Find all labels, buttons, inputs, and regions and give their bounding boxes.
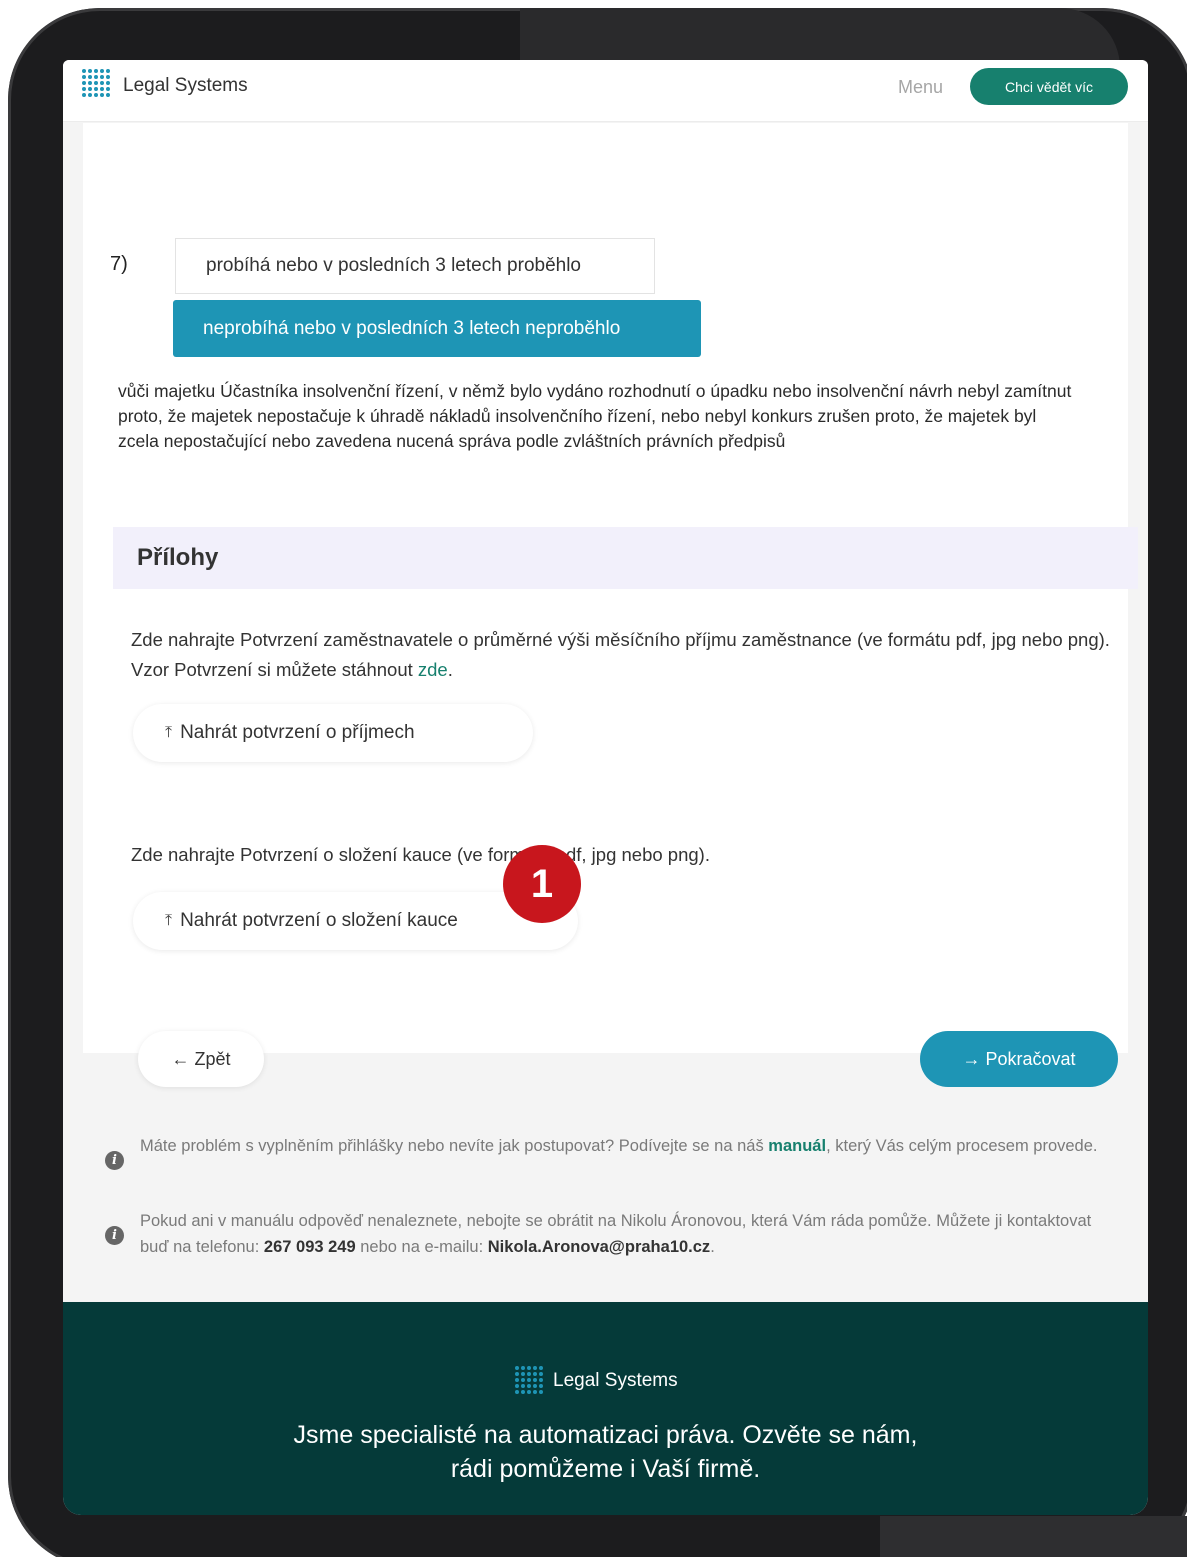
tablet-screen: Legal Systems Menu Chci vědět víc 7) pro… — [63, 60, 1148, 1515]
tagline-line-1: Jsme specialisté na automatizaci práva. … — [293, 1421, 918, 1449]
option-not-ongoing-selected[interactable]: neprobíhá nebo v posledních 3 letech nep… — [173, 300, 701, 357]
help-note-manual-text: Máte problém s vyplněním přihlášky nebo … — [140, 1133, 1098, 1170]
income-instruction-text: Zde nahrajte Potvrzení zaměstnavatele o … — [131, 629, 1110, 680]
income-instruction-end: . — [447, 659, 453, 680]
section-title: Přílohy — [137, 544, 219, 571]
back-button[interactable]: ← Zpět — [138, 1031, 264, 1087]
help-note-manual: i Máte problém s vyplněním přihlášky neb… — [105, 1133, 1105, 1170]
help-note-contact: i Pokud ani v manuálu odpověď nenaleznet… — [105, 1208, 1105, 1260]
upload-income-label: Nahrát potvrzení o příjmech — [180, 722, 415, 743]
annotation-badge: 1 — [503, 845, 581, 923]
phone-number[interactable]: 267 093 249 — [264, 1238, 356, 1256]
logo-dots-icon — [515, 1366, 545, 1396]
help-note-contact-text: Pokud ani v manuálu odpověď nenaleznete,… — [140, 1208, 1105, 1260]
email-link[interactable]: Nikola.Aronova@praha10.cz — [488, 1238, 710, 1256]
attachments-section-header: Přílohy — [113, 527, 1138, 589]
option-ongoing[interactable]: probíhá nebo v posledních 3 letech probě… — [175, 238, 655, 294]
brand-logo[interactable]: Legal Systems — [82, 69, 248, 102]
form-card: 7) probíhá nebo v posledních 3 letech pr… — [83, 123, 1138, 1087]
upload-icon: ⤒ — [165, 912, 173, 929]
help-text: Máte problém s vyplněním přihlášky nebo … — [140, 1137, 769, 1155]
deposit-instruction: Zde nahrajte Potvrzení o složení kauce (… — [131, 844, 710, 865]
tagline-line-2: rádi pomůžeme i Vaší firmě. — [450, 1455, 761, 1483]
help-text: , který Vás celým procesem provede. — [826, 1137, 1098, 1155]
menu-link[interactable]: Menu — [898, 77, 943, 98]
logo-dots-icon — [82, 69, 115, 102]
upload-deposit-label: Nahrát potvrzení o složení kauce — [180, 910, 458, 931]
upload-icon: ⤒ — [165, 724, 173, 741]
footer-brand-name: Legal Systems — [553, 1370, 678, 1391]
footer-logo[interactable]: Legal Systems — [515, 1366, 678, 1396]
question-description: vůči majetku Účastníka insolvenční řízen… — [118, 381, 1072, 451]
footer: Legal Systems Jsme specialisté na automa… — [63, 1302, 1148, 1515]
top-navigation: Legal Systems Menu Chci vědět víc — [63, 60, 1148, 122]
tablet-frame-highlight — [520, 8, 1120, 68]
question-number: 7) — [110, 253, 128, 275]
manual-link[interactable]: manuál — [768, 1137, 826, 1155]
download-template-link[interactable]: zde — [418, 659, 448, 680]
continue-button[interactable]: → Pokračovat — [920, 1031, 1118, 1087]
upload-income-button[interactable]: ⤒ Nahrát potvrzení o příjmech — [133, 704, 533, 762]
footer-tagline: Jsme specialisté na automatizaci práva. … — [63, 1418, 1148, 1486]
learn-more-button[interactable]: Chci vědět víc — [970, 68, 1128, 105]
info-icon: i — [105, 1226, 124, 1245]
tablet-frame-highlight-bottom — [880, 1516, 1187, 1557]
info-icon: i — [105, 1151, 124, 1170]
brand-name: Legal Systems — [123, 74, 248, 96]
help-text: . — [710, 1238, 715, 1256]
income-instruction: Zde nahrajte Potvrzení zaměstnavatele o … — [131, 625, 1121, 685]
help-text: nebo na e-mailu: — [355, 1238, 488, 1256]
